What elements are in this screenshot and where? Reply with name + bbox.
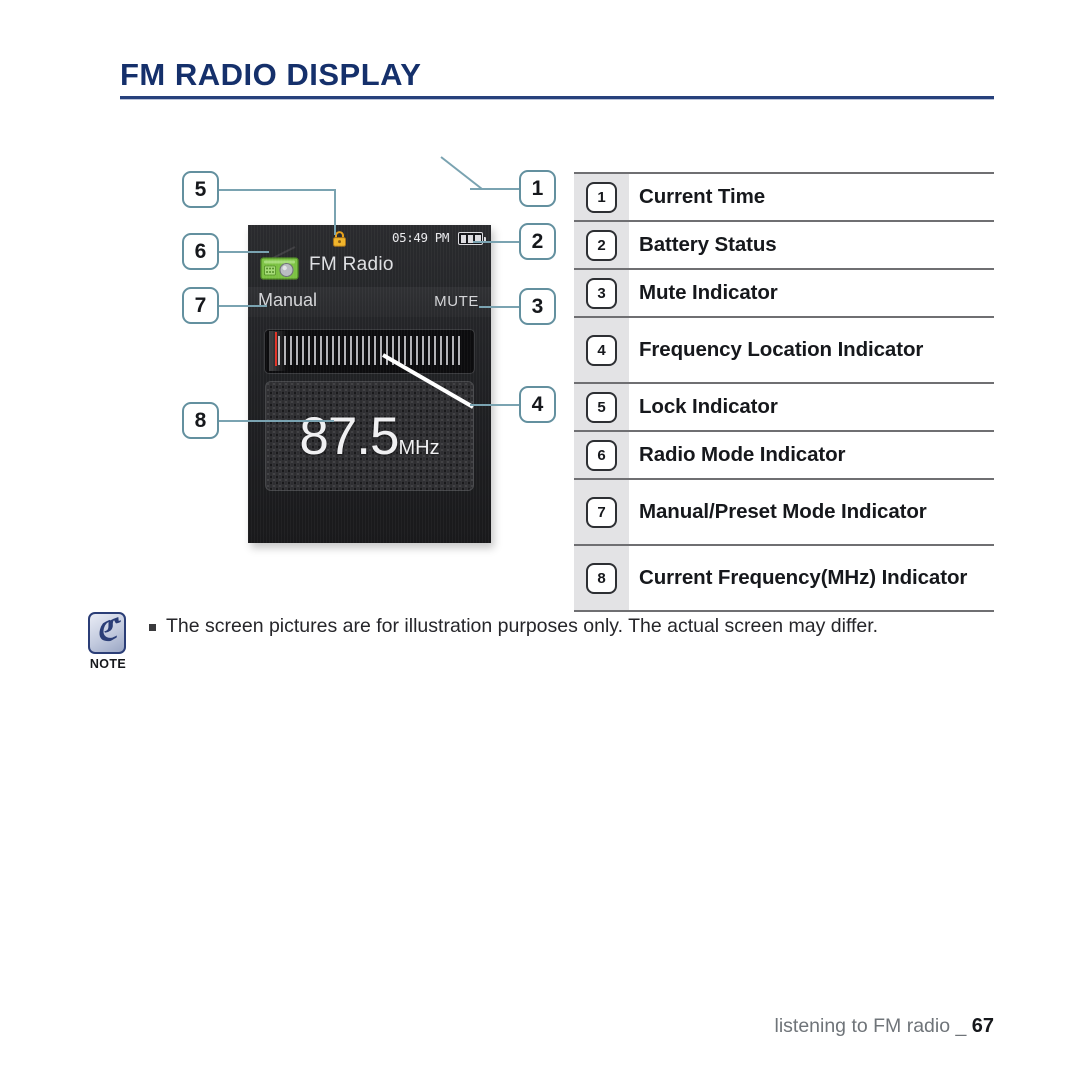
device-screen-illustration: 05:49 PM FM Radio Manual MUTE 87.5MHz [248,225,491,543]
mode-row: Manual MUTE [248,287,491,317]
callout-7[interactable]: 7 [182,287,219,324]
frequency-location-indicator [264,329,475,374]
table-row: 2 Battery Status [574,222,994,270]
legend-num-cell: 1 [574,174,629,220]
table-row: 4 Frequency Location Indicator [574,318,994,384]
callout-1[interactable]: 1 [519,170,556,207]
footer: listening to FM radio _ 67 [774,1015,994,1038]
callout-6[interactable]: 6 [182,233,219,270]
legend-number: 4 [586,334,617,366]
page-title: FM RADIO DISPLAY [120,57,422,92]
callout-4-label: 4 [531,392,544,416]
legend-number: 2 [586,229,617,261]
leader-line-1 [470,188,520,190]
battery-cell [460,234,467,243]
note-bullet-icon [149,624,156,631]
callout-8[interactable]: 8 [182,402,219,439]
note-label: NOTE [89,657,127,671]
legend-num-cell: 2 [574,222,629,268]
frequency-unit: MHz [398,437,440,459]
battery-icon [458,232,486,245]
leader-line-8 [219,420,334,422]
legend-label: Radio Mode Indicator [629,432,994,478]
legend-number: 1 [586,181,617,213]
note-icon: ℭ [88,612,126,654]
leader-line-5 [219,189,336,191]
legend-num-cell: 6 [574,432,629,478]
table-row: 1 Current Time [574,174,994,222]
leader-line-4 [470,404,520,406]
callout-4[interactable]: 4 [519,386,556,423]
callout-6-label: 6 [194,239,207,263]
frequency-number: 87.5 [299,407,399,466]
legend-number: 7 [586,496,617,528]
legend-number: 5 [586,391,617,423]
title-rule-secondary [120,99,994,100]
legend-label: Frequency Location Indicator [629,318,994,382]
legend-label: Lock Indicator [629,384,994,430]
footer-text: listening to FM radio _ [774,1015,967,1037]
leader-line-2 [473,241,520,243]
legend-num-cell: 4 [574,318,629,382]
note-text: The screen pictures are for illustration… [166,615,879,637]
callout-3-label: 3 [531,294,544,318]
callout-2[interactable]: 2 [519,223,556,260]
legend-number: 8 [586,562,617,594]
legend-label: Battery Status [629,222,994,268]
tuner-ticks [278,336,464,365]
legend-num-cell: 5 [574,384,629,430]
legend-number: 3 [586,277,617,309]
callout-7-label: 7 [194,293,207,317]
table-row: 3 Mute Indicator [574,270,994,318]
leader-line-1-diag [440,156,483,190]
tuner-highlight [269,331,287,371]
callout-1-label: 1 [531,176,544,200]
note-glyph: ℭ [96,614,118,647]
tuner-marker [275,332,277,366]
app-title: FM Radio [309,254,394,275]
page-number: 67 [971,1015,994,1037]
legend-num-cell: 3 [574,270,629,316]
table-row: 7 Manual/Preset Mode Indicator [574,480,994,546]
leader-line-6 [219,251,269,253]
legend-table: 1 Current Time 2 Battery Status 3 Mute I… [574,172,994,612]
legend-label: Manual/Preset Mode Indicator [629,480,994,544]
legend-number: 6 [586,439,617,471]
current-frequency-indicator: 87.5MHz [266,406,473,467]
legend-num-cell: 8 [574,546,629,610]
legend-label: Current Time [629,174,994,220]
legend-label: Current Frequency(MHz) Indicator [629,546,994,610]
callout-5[interactable]: 5 [182,171,219,208]
callout-3[interactable]: 3 [519,288,556,325]
table-row: 6 Radio Mode Indicator [574,432,994,480]
current-frequency-panel: 87.5MHz [265,381,474,491]
leader-line-7 [219,305,267,307]
legend-num-cell: 7 [574,480,629,544]
mute-indicator: MUTE [434,293,479,310]
table-row: 5 Lock Indicator [574,384,994,432]
legend-label: Mute Indicator [629,270,994,316]
current-time: 05:49 PM [391,230,449,245]
leader-line-3 [479,306,520,308]
leader-line-5-drop [334,189,336,235]
manual-preset-mode-indicator: Manual [258,290,318,310]
callout-5-label: 5 [194,177,207,201]
callout-2-label: 2 [531,229,544,253]
callout-8-label: 8 [194,408,207,432]
table-row: 8 Current Frequency(MHz) Indicator [574,546,994,612]
